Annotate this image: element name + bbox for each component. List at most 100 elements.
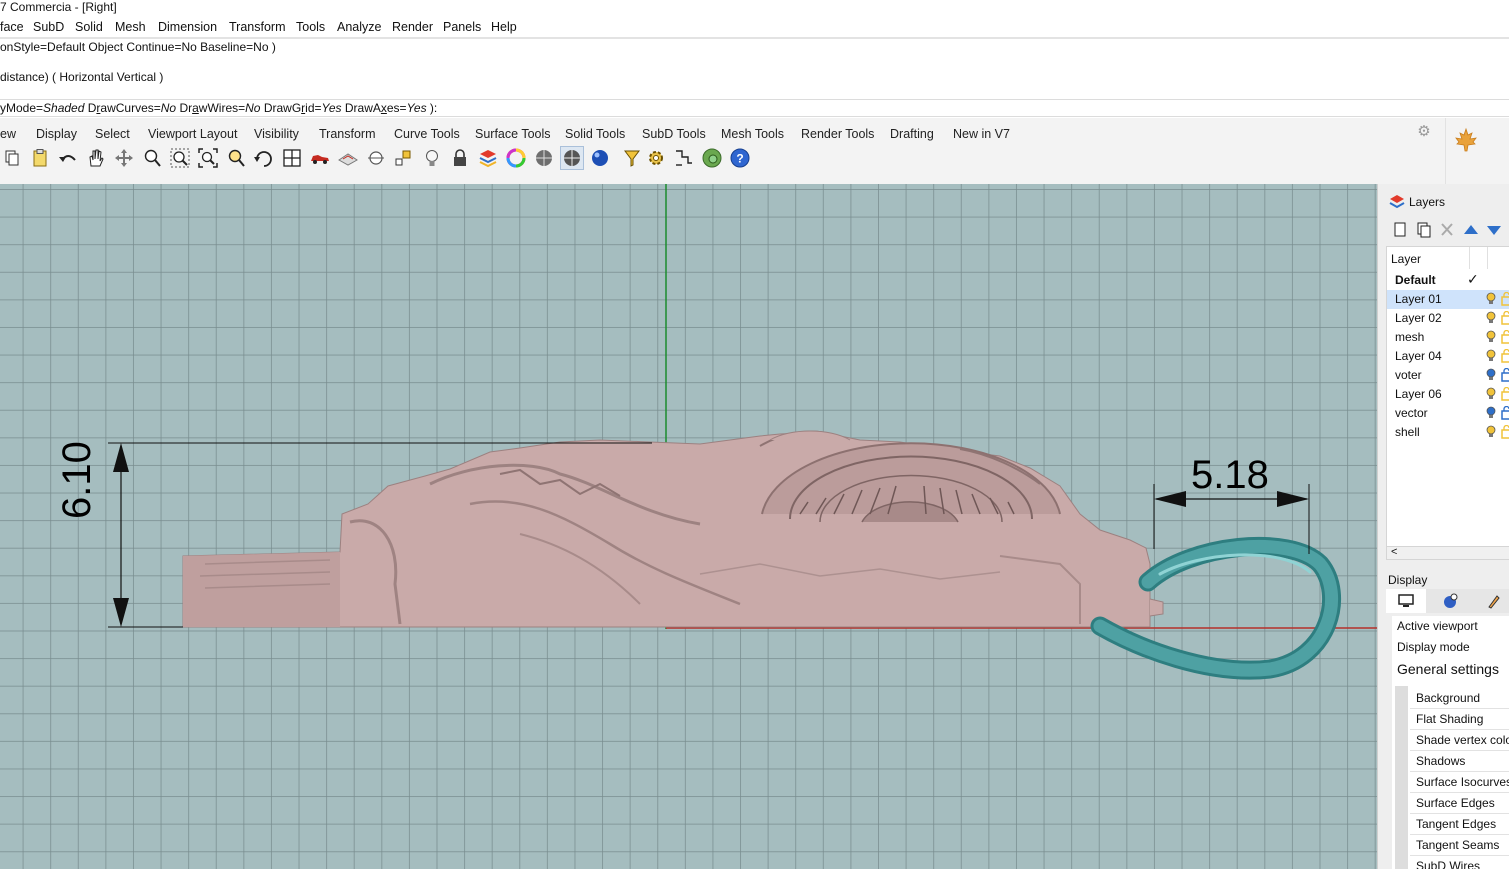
menu-help[interactable]: Help xyxy=(491,20,517,34)
car-view-icon[interactable] xyxy=(308,146,332,170)
clipboard-icon[interactable] xyxy=(28,146,52,170)
viewport-right[interactable]: 6.10 5.18 xyxy=(0,184,1377,869)
monitor-icon[interactable] xyxy=(1386,589,1426,613)
lightbulb-icon[interactable] xyxy=(420,146,444,170)
options-gear-icon[interactable] xyxy=(644,146,668,170)
tab-layers[interactable]: Layers xyxy=(1386,190,1466,212)
move-layer-down-icon[interactable] xyxy=(1483,220,1503,240)
layer-lock-icon[interactable] xyxy=(1501,387,1509,401)
layer-visibility-bulb-icon[interactable] xyxy=(1485,292,1497,306)
layer-row[interactable]: Layer 04 xyxy=(1387,347,1509,366)
lock-icon[interactable] xyxy=(448,146,472,170)
point-icon[interactable] xyxy=(392,146,416,170)
layer-visibility-bulb-icon[interactable] xyxy=(1485,330,1497,344)
display-setting-item[interactable]: Surface Edges xyxy=(1416,796,1495,810)
zoom-selected-icon[interactable] xyxy=(224,146,248,170)
display-setting-item[interactable]: Shade vertex colo xyxy=(1416,733,1509,747)
active-viewport-label[interactable]: Active viewport xyxy=(1397,619,1478,633)
layer-visibility-bulb-icon[interactable] xyxy=(1485,368,1497,382)
tab-display[interactable]: Display xyxy=(36,127,77,141)
zoom-extents-icon[interactable] xyxy=(196,146,220,170)
grid-viewports-icon[interactable] xyxy=(280,146,304,170)
move-layer-up-icon[interactable] xyxy=(1460,220,1480,240)
command-prompt[interactable]: yMode=Shaded DrawCurves=No DrawWires=No … xyxy=(0,99,1509,117)
scroll-left-icon[interactable]: < xyxy=(1391,546,1397,558)
layer-visibility-bulb-icon[interactable] xyxy=(1485,387,1497,401)
layer-lock-icon[interactable] xyxy=(1501,406,1509,420)
undo-icon[interactable] xyxy=(56,146,80,170)
menu-dimension[interactable]: Dimension xyxy=(158,20,217,34)
paint-brush-icon[interactable] xyxy=(1474,589,1509,613)
layer-lock-icon[interactable] xyxy=(1501,311,1509,325)
shaded-sphere-icon[interactable] xyxy=(560,146,584,170)
command-history[interactable]: onStyle=Default Object Continue=No Basel… xyxy=(0,40,1509,99)
layer-list-scrollbar[interactable]: < xyxy=(1386,546,1509,560)
menu-solid[interactable]: Solid xyxy=(75,20,103,34)
tab-subd-tools[interactable]: SubD Tools xyxy=(642,127,706,141)
tab-solid-tools[interactable]: Solid Tools xyxy=(565,127,625,141)
layer-lock-icon[interactable] xyxy=(1501,292,1509,306)
tab-new-in-v7[interactable]: New in V7 xyxy=(953,127,1010,141)
layer-row[interactable]: Layer 01 xyxy=(1387,290,1509,309)
tab-curve-tools[interactable]: Curve Tools xyxy=(394,127,460,141)
blue-sphere-icon[interactable] xyxy=(588,146,612,170)
color-wheel-icon[interactable] xyxy=(504,146,528,170)
layer-row[interactable]: mesh xyxy=(1387,328,1509,347)
dimension-icon[interactable] xyxy=(672,146,696,170)
delete-layer-icon[interactable] xyxy=(1437,220,1457,240)
layer-visibility-bulb-icon[interactable] xyxy=(1485,425,1497,439)
layer-visibility-bulb-icon[interactable] xyxy=(1485,311,1497,325)
current-layer-check-icon[interactable]: ✓ xyxy=(1467,271,1479,288)
plane-view-icon[interactable] xyxy=(336,146,360,170)
tab-render-tools[interactable]: Render Tools xyxy=(801,127,874,141)
display-setting-item[interactable]: Shadows xyxy=(1416,754,1465,768)
general-settings-header[interactable]: General settings xyxy=(1397,661,1499,677)
menu-render[interactable]: Render xyxy=(392,20,433,34)
tab-mesh-tools[interactable]: Mesh Tools xyxy=(721,127,784,141)
display-setting-item[interactable]: Background xyxy=(1416,691,1480,705)
layer-row[interactable]: vector xyxy=(1387,404,1509,423)
layer-lock-icon[interactable] xyxy=(1501,330,1509,344)
globe-icon[interactable] xyxy=(700,146,724,170)
display-setting-item[interactable]: Tangent Seams xyxy=(1416,838,1499,852)
layer-visibility-bulb-icon[interactable] xyxy=(1485,406,1497,420)
display-setting-item[interactable]: Surface Isocurves xyxy=(1416,775,1509,789)
menu-panels[interactable]: Panels xyxy=(443,20,481,34)
layer-lock-icon[interactable] xyxy=(1501,425,1509,439)
toolbar-settings-gear-icon[interactable]: ⚙ xyxy=(1416,124,1432,140)
menu-tools[interactable]: Tools xyxy=(296,20,325,34)
layer-visibility-bulb-icon[interactable] xyxy=(1485,349,1497,363)
display-mode-label[interactable]: Display mode xyxy=(1397,640,1470,654)
rotate-view-icon[interactable] xyxy=(252,146,276,170)
tab-visibility[interactable]: Visibility xyxy=(254,127,299,141)
pan-hand-icon[interactable] xyxy=(83,146,107,170)
display-setting-item[interactable]: Tangent Edges xyxy=(1416,817,1496,831)
menu-mesh[interactable]: Mesh xyxy=(115,20,146,34)
tab-surface-tools[interactable]: Surface Tools xyxy=(475,127,551,141)
tab-select[interactable]: Select xyxy=(95,127,130,141)
copy-icon[interactable] xyxy=(0,146,24,170)
new-layer-icon[interactable] xyxy=(1390,220,1410,240)
layer-lock-icon[interactable] xyxy=(1501,368,1509,382)
tab-transform[interactable]: Transform xyxy=(319,127,376,141)
layer-row[interactable]: shell xyxy=(1387,423,1509,442)
menu-subd[interactable]: SubD xyxy=(33,20,64,34)
tab-view[interactable]: ew xyxy=(0,127,16,141)
layer-row[interactable]: Layer 02 xyxy=(1387,309,1509,328)
layer-row[interactable]: voter xyxy=(1387,366,1509,385)
help-icon[interactable]: ? xyxy=(728,146,752,170)
rendered-sphere-icon[interactable] xyxy=(532,146,556,170)
tab-viewport-layout[interactable]: Viewport Layout xyxy=(148,127,237,141)
object-snap-icon[interactable] xyxy=(364,146,388,170)
menu-analyze[interactable]: Analyze xyxy=(337,20,381,34)
zoom-window-icon[interactable] xyxy=(168,146,192,170)
select-filter-icon[interactable] xyxy=(620,146,644,170)
display-setting-item[interactable]: SubD Wires xyxy=(1416,859,1480,869)
menu-face[interactable]: face xyxy=(0,20,24,34)
layer-lock-icon[interactable] xyxy=(1501,349,1509,363)
layer-icon[interactable] xyxy=(476,146,500,170)
layer-row[interactable]: Layer 06 xyxy=(1387,385,1509,404)
layer-row[interactable]: Default ✓ xyxy=(1387,271,1509,290)
material-sphere-icon[interactable] xyxy=(1430,589,1470,613)
zoom-in-icon[interactable] xyxy=(140,146,164,170)
